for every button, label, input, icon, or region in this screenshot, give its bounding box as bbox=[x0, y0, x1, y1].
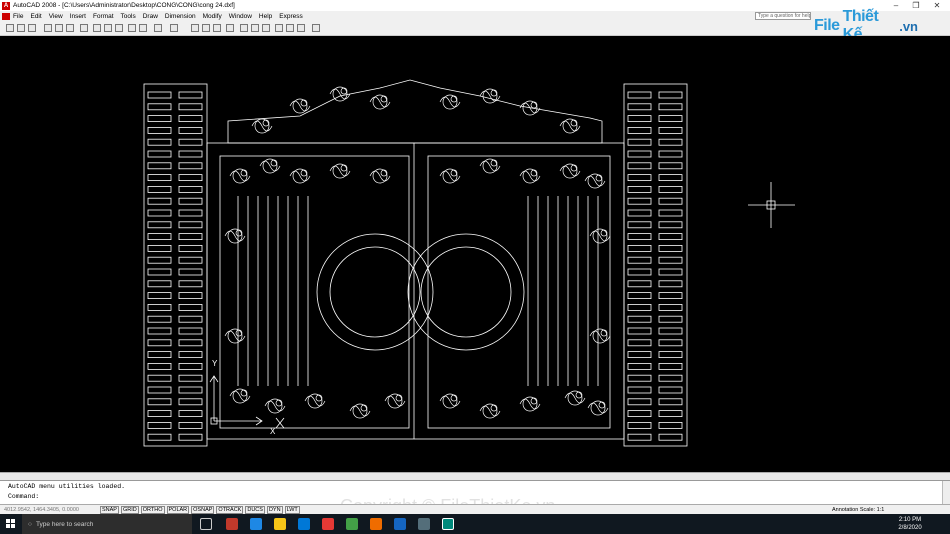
redo-icon[interactable] bbox=[170, 24, 178, 32]
toggle-snap[interactable]: SNAP bbox=[100, 505, 119, 514]
drawing-canvas[interactable]: Y X bbox=[0, 36, 950, 472]
right-medallion bbox=[407, 233, 525, 351]
taskbar-search-placeholder: Type here to search bbox=[35, 520, 94, 528]
right-louver-slats bbox=[627, 91, 683, 441]
menu-insert[interactable]: Insert bbox=[70, 13, 86, 20]
app-icon-4[interactable] bbox=[394, 518, 406, 530]
toggle-osnap[interactable]: OSNAP bbox=[191, 505, 215, 514]
new-icon[interactable] bbox=[6, 24, 14, 32]
window-title: AutoCAD 2008 - [C:\Users\Administrator\D… bbox=[13, 2, 235, 9]
calculator-icon[interactable] bbox=[297, 24, 305, 32]
horizontal-scrollbar[interactable] bbox=[0, 472, 950, 480]
taskbar-clock: 2:10 PM 2/8/2020 bbox=[895, 516, 925, 532]
annotation-scale[interactable]: Annotation Scale: 1:1 bbox=[832, 507, 884, 513]
toggle-polar[interactable]: POLAR bbox=[166, 505, 190, 514]
zoom-window-icon[interactable] bbox=[213, 24, 221, 32]
standard-toolbar bbox=[0, 21, 950, 36]
toggle-otrack[interactable]: OTRACK bbox=[216, 505, 244, 514]
coordinate-readout: 4012.9542, 1464.3405, 0.0000 bbox=[4, 506, 79, 513]
svg-text:X: X bbox=[270, 427, 276, 436]
toggle-dyn[interactable]: DYN bbox=[266, 505, 283, 514]
title-bar: A AutoCAD 2008 - [C:\Users\Administrator… bbox=[0, 0, 950, 11]
gate-drawing: Y X bbox=[143, 79, 795, 447]
sheet-set-icon[interactable] bbox=[275, 24, 283, 32]
logo-file: File bbox=[814, 17, 840, 34]
design-center-icon[interactable] bbox=[251, 24, 259, 32]
toggle-grid[interactable]: GRID bbox=[120, 505, 139, 514]
windows-start-icon[interactable] bbox=[0, 514, 22, 534]
left-louver-panel bbox=[143, 83, 208, 447]
edge-icon[interactable] bbox=[250, 518, 262, 530]
menu-tools[interactable]: Tools bbox=[121, 13, 136, 20]
app-icon-5[interactable] bbox=[418, 518, 430, 530]
menu-file[interactable]: File bbox=[13, 13, 23, 20]
chrome-icon[interactable] bbox=[322, 518, 334, 530]
menu-express[interactable]: Express bbox=[279, 13, 302, 20]
gate-crown bbox=[227, 79, 603, 144]
open-icon[interactable] bbox=[17, 24, 25, 32]
menu-view[interactable]: View bbox=[49, 13, 63, 20]
block-editor-icon[interactable] bbox=[128, 24, 136, 32]
cut-icon[interactable] bbox=[80, 24, 88, 32]
clock-time: 2:10 PM bbox=[898, 517, 922, 523]
zoom-previous-icon[interactable] bbox=[226, 24, 234, 32]
print-icon[interactable] bbox=[44, 24, 52, 32]
windows-taskbar: ○ Type here to search bbox=[0, 514, 950, 534]
markup-icon[interactable] bbox=[286, 24, 294, 32]
close-icon[interactable]: ✕ bbox=[926, 0, 948, 11]
store-icon[interactable] bbox=[298, 518, 310, 530]
command-scrollbar[interactable] bbox=[942, 481, 950, 505]
svg-text:Y: Y bbox=[212, 359, 218, 368]
menu-edit[interactable]: Edit bbox=[30, 13, 41, 20]
autocad-taskbar-icon[interactable] bbox=[442, 518, 454, 530]
tool-palettes-icon[interactable] bbox=[262, 24, 270, 32]
taskbar-search[interactable]: ○ Type here to search bbox=[22, 514, 192, 534]
gate-frame bbox=[206, 142, 625, 440]
properties-icon[interactable] bbox=[240, 24, 248, 32]
menu-format[interactable]: Format bbox=[93, 13, 114, 20]
crosshair-cursor bbox=[748, 182, 795, 228]
undo-icon[interactable] bbox=[154, 24, 162, 32]
left-louver-slats bbox=[147, 91, 203, 441]
match-properties-icon[interactable] bbox=[115, 24, 123, 32]
autocad-icon: A bbox=[2, 1, 10, 10]
copy-icon[interactable] bbox=[93, 24, 101, 32]
paste-icon[interactable] bbox=[104, 24, 112, 32]
right-louver-panel bbox=[623, 83, 688, 447]
zoom-realtime-icon[interactable] bbox=[202, 24, 210, 32]
pan-icon[interactable] bbox=[191, 24, 199, 32]
menu-draw[interactable]: Draw bbox=[143, 13, 158, 20]
menu-window[interactable]: Window bbox=[229, 13, 252, 20]
right-gate-leaf bbox=[427, 155, 611, 429]
help-search-input[interactable]: Type a question for help bbox=[755, 12, 811, 20]
save-icon[interactable] bbox=[28, 24, 36, 32]
ucs-icon bbox=[209, 375, 263, 426]
toggle-ortho[interactable]: ORTHO bbox=[140, 505, 165, 514]
menu-modify[interactable]: Modify bbox=[203, 13, 222, 20]
app-icon-3[interactable] bbox=[370, 518, 382, 530]
document-icon bbox=[2, 12, 10, 20]
status-bar: 4012.9542, 1464.3405, 0.0000 SNAP GRID O… bbox=[0, 504, 950, 514]
task-view-icon[interactable] bbox=[200, 518, 212, 530]
brush-icon[interactable] bbox=[139, 24, 147, 32]
clock-date: 2/8/2020 bbox=[898, 525, 922, 531]
app-icon-1[interactable] bbox=[226, 518, 238, 530]
toggle-ducs[interactable]: DUCS bbox=[245, 505, 265, 514]
logo-domain: .vn bbox=[899, 18, 918, 34]
help-icon[interactable] bbox=[312, 24, 320, 32]
menu-dimension[interactable]: Dimension bbox=[165, 13, 196, 20]
command-history-line: AutoCAD menu utilities loaded. bbox=[8, 483, 126, 490]
app-icon-2[interactable] bbox=[346, 518, 358, 530]
menu-help[interactable]: Help bbox=[259, 13, 272, 20]
restore-icon[interactable]: ❐ bbox=[905, 0, 927, 11]
preview-icon[interactable] bbox=[55, 24, 63, 32]
left-medallion bbox=[316, 233, 434, 351]
file-explorer-icon[interactable] bbox=[274, 518, 286, 530]
toggle-lwt[interactable]: LWT bbox=[284, 505, 300, 514]
command-prompt[interactable]: Command: bbox=[8, 493, 39, 500]
search-icon: ○ bbox=[28, 520, 32, 528]
publish-icon[interactable] bbox=[66, 24, 74, 32]
